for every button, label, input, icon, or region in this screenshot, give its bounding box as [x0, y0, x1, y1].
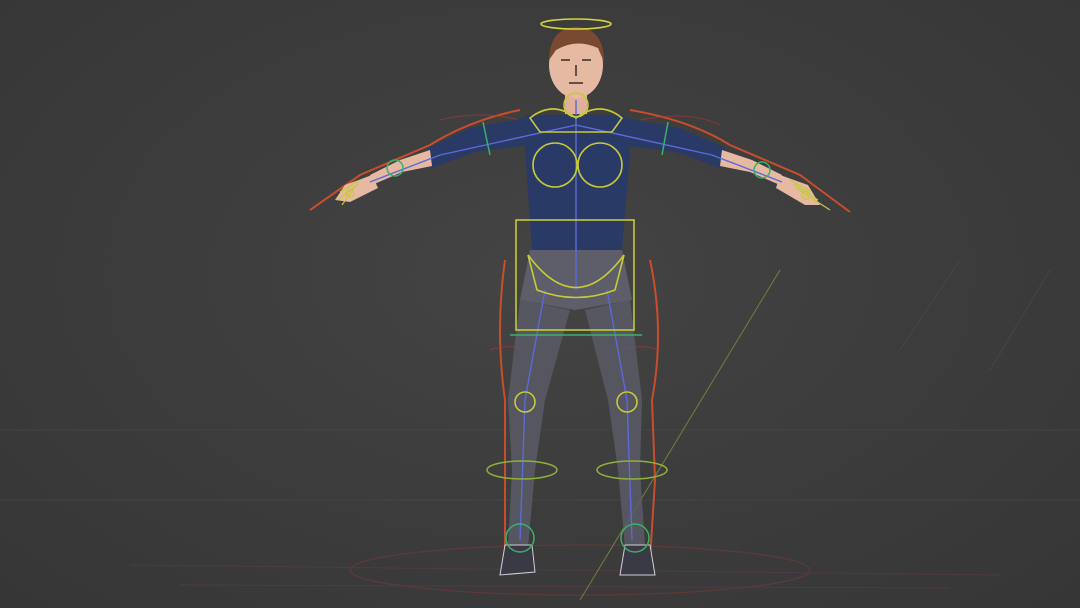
- 3d-viewport[interactable]: [0, 0, 1080, 608]
- character-mesh[interactable]: [335, 27, 820, 576]
- right-forearm: [720, 150, 782, 185]
- right-shoe: [619, 544, 656, 576]
- left-upper-arm: [428, 118, 528, 168]
- viewport-canvas[interactable]: [0, 0, 1080, 608]
- floor-lines: [129, 564, 1001, 589]
- left-leg: [508, 300, 570, 548]
- left-shoe: [499, 544, 536, 576]
- right-upper-arm: [622, 118, 725, 168]
